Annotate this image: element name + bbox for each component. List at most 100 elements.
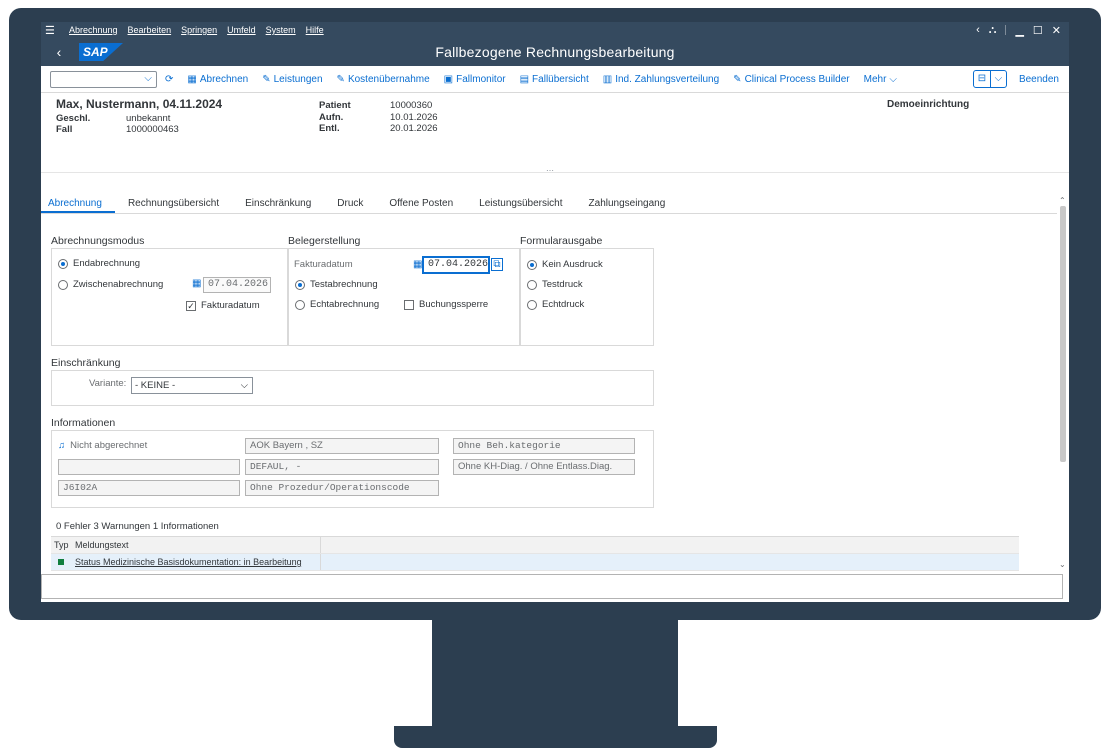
command-field[interactable]: ⌵ (50, 70, 157, 88)
radio-selected[interactable] (527, 259, 537, 270)
menu-bearbeiten[interactable]: Bearbeiten (128, 25, 172, 35)
entl-label: Entl. (319, 123, 340, 134)
patient-name: Max, Nustermann, 04.11.2024 (56, 97, 223, 111)
patient-value: 10000360 (390, 100, 433, 111)
checkbox-checked[interactable]: ✓ (186, 300, 196, 311)
tab-offene-posten[interactable]: Offene Posten (376, 196, 466, 213)
table-row[interactable]: Status Medizinische Basisdokumentation: … (51, 554, 1019, 571)
layout-icon[interactable]: ⊟ (974, 71, 990, 87)
hamburger-icon[interactable]: ☰ (45, 24, 59, 37)
kostenuebernahme-button[interactable]: ✎ Kostenübernahme (337, 74, 430, 85)
clinical-process-builder-button[interactable]: ✎ Clinical Process Builder (733, 74, 849, 85)
title-bar: ‹ SAP Fallbezogene Rechnungsbearbeitung (41, 38, 1069, 66)
tab-druck[interactable]: Druck (324, 196, 376, 213)
message-cell[interactable]: Status Medizinische Basisdokumentation: … (73, 554, 321, 570)
menu-hilfe[interactable]: Hilfe (306, 25, 324, 35)
zwischen-datum-field[interactable]: 07.04.2026 (203, 277, 271, 293)
col-typ: Typ (54, 540, 69, 550)
scroll-down-icon[interactable]: ⌄ (1059, 560, 1066, 569)
minimize-icon[interactable]: ▁ (1015, 24, 1023, 37)
fakturadatum-field[interactable]: 07.04.2026 (423, 257, 489, 273)
info-drg: J6I02A (58, 480, 240, 496)
aufn-label: Aufn. (319, 112, 344, 123)
abrechnen-button[interactable]: ▦ Abrechnen (187, 74, 248, 85)
window-title: Fallbezogene Rechnungsbearbeitung (435, 44, 675, 60)
chevron-down-icon[interactable]: ⌵ (989, 71, 1006, 87)
info-kostentraeger: AOK Bayern , SZ (245, 438, 439, 454)
value-help-icon[interactable]: ⧉ (491, 258, 503, 271)
scroll-thumb[interactable] (1060, 206, 1066, 462)
patient-header: Max, Nustermann, 04.11.2024 Geschl. unbe… (41, 93, 1069, 175)
back-icon[interactable]: ‹ (47, 44, 71, 60)
tab-strip: Abrechnung Rechnungsübersicht Einschränk… (41, 196, 1057, 214)
kein-ausdruck-option[interactable]: Kein Ausdruck (527, 259, 603, 270)
menu-umfeld[interactable]: Umfeld (227, 25, 256, 35)
chevron-down-icon: ⌵ (240, 380, 248, 391)
abrechnen-label: Abrechnen (199, 73, 249, 85)
collapse-left-icon[interactable]: ‹ (976, 24, 980, 36)
calendar-icon[interactable]: ▦ (413, 259, 422, 270)
radio-unselected[interactable] (58, 279, 68, 290)
fallmonitor-button[interactable]: ▣ Fallmonitor (444, 74, 506, 85)
checkbox-unchecked[interactable] (404, 299, 414, 310)
variante-label: Variante: (89, 378, 126, 389)
aufn-value: 10.01.2026 (390, 112, 438, 123)
zahlungsverteilung-button[interactable]: ▥ Ind. Zahlungsverteilung (603, 74, 719, 85)
tab-leistungsuebersicht[interactable]: Leistungsübersicht (466, 196, 575, 213)
scroll-up-icon[interactable]: ⌃ (1059, 196, 1066, 205)
status-ok-icon (51, 557, 73, 567)
endabrechnung-option[interactable]: Endabrechnung (58, 258, 140, 269)
einrichtung: Demoeinrichtung (887, 99, 970, 110)
buchungssperre-checkbox[interactable]: Buchungssperre (404, 299, 488, 310)
resize-grip-icon[interactable]: ⋯ (546, 166, 554, 175)
radio-unselected[interactable] (527, 279, 537, 290)
fallmonitor-label: Fallmonitor (456, 73, 506, 85)
info-default: DEFAUL, - (245, 459, 439, 475)
radio-selected[interactable] (58, 258, 68, 269)
tab-einschraenkung[interactable]: Einschränkung (232, 196, 324, 213)
falluebersicht-label: Fallübersicht (532, 73, 589, 85)
toolbar: ⌵ ⟳ ▦ Abrechnen ✎ Leistungen ✎ Kostenüberna… (41, 66, 1069, 93)
mehr-label: Mehr (863, 73, 887, 85)
testabrechnung-option[interactable]: Testabrechnung (295, 279, 378, 290)
mehr-button[interactable]: Mehr ⌵ (864, 74, 897, 85)
tab-rechnungsuebersicht[interactable]: Rechnungsübersicht (115, 196, 232, 213)
overview-icon: ▤ (519, 73, 530, 85)
informationen-title: Informationen (51, 417, 116, 429)
refresh-icon: ⟳ (165, 73, 174, 85)
tab-abrechnung[interactable]: Abrechnung (41, 196, 115, 213)
info-diagnose: Ohne KH-Diag. / Ohne Entlass.Diag. (453, 459, 635, 475)
entl-value: 20.01.2026 (390, 123, 438, 134)
echtdruck-option[interactable]: Echtdruck (527, 299, 584, 310)
radio-unselected[interactable] (295, 299, 305, 310)
zwischenabrechnung-option[interactable]: Zwischenabrechnung (58, 279, 163, 290)
menu-system[interactable]: System (266, 25, 296, 35)
variante-select[interactable]: - KEINE - ⌵ (131, 377, 253, 394)
leistungen-button[interactable]: ✎ Leistungen (262, 74, 322, 85)
testdruck-option[interactable]: Testdruck (527, 279, 583, 290)
radio-unselected[interactable] (527, 299, 537, 310)
testdruck-label: Testdruck (542, 279, 583, 290)
col-meldungstext: Meldungstext (73, 537, 321, 553)
message-link[interactable]: Status Medizinische Basisdokumentation: … (75, 557, 302, 567)
fakturadatum-checkbox[interactable]: ✓ Fakturadatum (186, 300, 260, 311)
radio-selected[interactable] (295, 279, 305, 290)
close-icon[interactable]: ✕ (1052, 24, 1061, 37)
beenden-button[interactable]: Beenden (1019, 74, 1059, 85)
refresh-button[interactable]: ⟳ (165, 74, 173, 85)
falluebersicht-button[interactable]: ▤ Fallübersicht (520, 74, 589, 85)
lock-icon[interactable]: ⛬ (989, 24, 997, 37)
tab-zahlungseingang[interactable]: Zahlungseingang (576, 196, 679, 213)
calendar-icon[interactable]: ▦ (192, 278, 201, 289)
menu-bar: ☰ Abrechnung Bearbeiten Springen Umfeld … (41, 22, 1069, 38)
menu-abrechnung[interactable]: Abrechnung (69, 25, 118, 35)
fall-label: Fall (56, 124, 73, 135)
layout-split-button[interactable]: ⊟ ⌵ (972, 70, 1007, 88)
status-row: ♫ Nicht abgerechnet (58, 440, 147, 451)
maximize-icon[interactable]: ☐ (1033, 24, 1043, 37)
echtabrechnung-option[interactable]: Echtabrechnung (295, 299, 379, 310)
variante-label-text: Variante: (89, 378, 127, 389)
menu-springen[interactable]: Springen (181, 25, 217, 35)
clinical-label: Clinical Process Builder (744, 73, 850, 85)
vertical-scrollbar[interactable]: ⌃ ⌄ (1057, 196, 1069, 572)
